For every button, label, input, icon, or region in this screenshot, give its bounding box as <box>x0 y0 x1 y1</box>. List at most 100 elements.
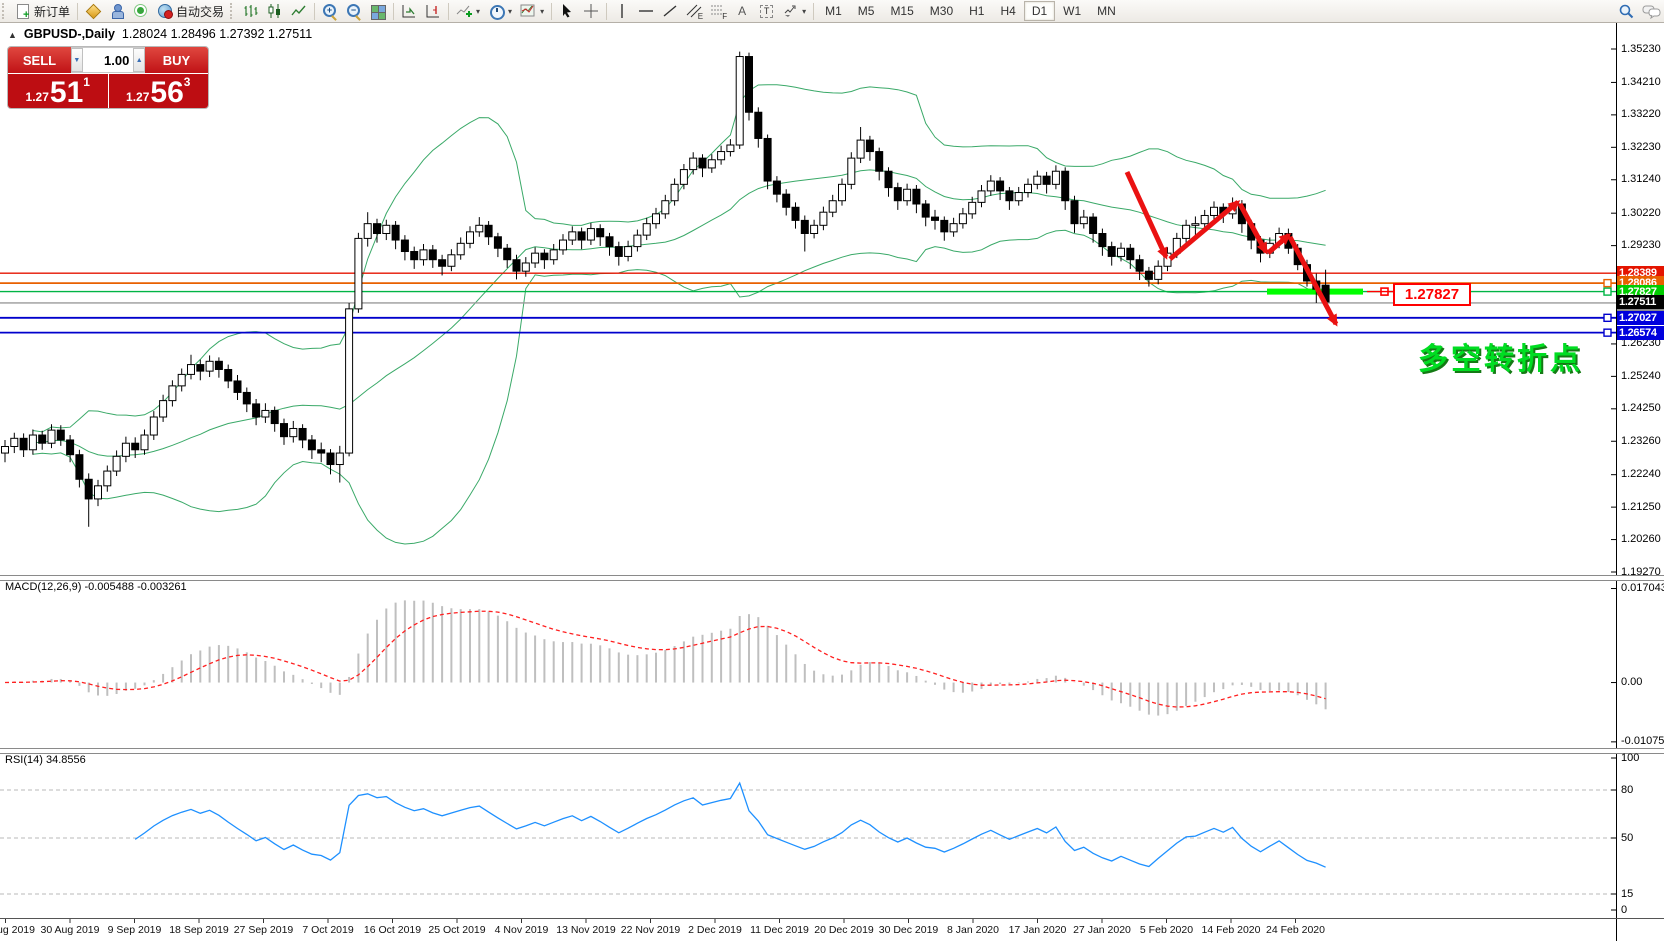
candle <box>476 225 483 232</box>
buy-price-pip: 3 <box>184 75 191 89</box>
timeframe-m5[interactable]: M5 <box>850 1 883 21</box>
crosshair-tool-button[interactable] <box>579 0 603 22</box>
zoom-out-button[interactable]: − <box>342 0 366 22</box>
new-order-button[interactable]: + 新订单 <box>11 0 74 22</box>
price-callout-label[interactable]: 1.27827 <box>1393 283 1471 306</box>
candle <box>253 404 260 417</box>
auto-scroll-button[interactable] <box>397 0 421 22</box>
timeframe-h4[interactable]: H4 <box>992 1 1023 21</box>
separator <box>448 3 449 20</box>
candle <box>336 453 343 464</box>
candle <box>1118 248 1125 256</box>
price-scale-border <box>1616 22 1617 941</box>
timeframe-m15[interactable]: M15 <box>882 1 921 21</box>
price-tick-label: 1.34210 <box>1621 76 1661 88</box>
timeframe-m30[interactable]: M30 <box>922 1 961 21</box>
equidistant-channel-tool[interactable]: E <box>682 0 706 22</box>
panel-divider-rsi[interactable] <box>0 748 1664 754</box>
fibonacci-tool[interactable]: F <box>706 0 730 22</box>
line-handle[interactable] <box>1604 314 1611 321</box>
timeframe-w1[interactable]: W1 <box>1055 1 1089 21</box>
candle <box>383 225 390 233</box>
timeframe-d1[interactable]: D1 <box>1024 1 1055 21</box>
candle <box>959 214 966 224</box>
mt4-window: + 新订单 自动交易 + − ▾ ▾ <box>0 0 1664 941</box>
turning-point-note[interactable]: 多空转折点 <box>1418 334 1583 378</box>
chart-shift-button[interactable] <box>421 0 445 22</box>
chart-canvas[interactable] <box>0 0 1664 941</box>
toolbar-grip <box>2 3 9 19</box>
expert-advisors-button[interactable] <box>105 0 129 22</box>
chart-shift-icon <box>425 3 441 19</box>
auto-trading-button[interactable]: 自动交易 <box>153 0 228 22</box>
vertical-line-tool[interactable] <box>610 0 634 22</box>
bar-chart-icon <box>243 3 259 19</box>
sell-button[interactable]: SELL <box>8 47 71 73</box>
trend-arrow[interactable] <box>1240 204 1266 252</box>
rsi-tick-label: 100 <box>1621 752 1639 764</box>
chat-icon[interactable] <box>1642 3 1658 19</box>
arrows-tool[interactable]: ▾ <box>778 0 810 22</box>
date-tick-label: 16 Oct 2019 <box>364 924 421 936</box>
candle <box>57 430 64 440</box>
candle <box>39 435 46 443</box>
candle <box>67 440 74 455</box>
cursor-tool-button[interactable] <box>555 0 579 22</box>
line-handle[interactable] <box>1604 329 1611 336</box>
bar-chart-button[interactable] <box>239 0 263 22</box>
candle <box>727 145 734 152</box>
candle <box>467 232 474 243</box>
price-line-badge: 1.26574 <box>1617 326 1664 340</box>
text-label-tool[interactable]: T <box>754 0 778 22</box>
timeframe-mn[interactable]: MN <box>1089 1 1124 21</box>
volume-input[interactable] <box>83 48 134 72</box>
volume-increase-button[interactable]: ▲ <box>133 48 145 72</box>
buy-button[interactable]: BUY <box>145 47 208 73</box>
dropdown-caret-icon: ▾ <box>802 7 806 16</box>
candlestick-chart-button[interactable] <box>263 0 287 22</box>
arrows-icon <box>782 3 798 19</box>
ohlc-values: 1.28024 1.28496 1.27392 1.27511 <box>122 27 312 41</box>
candle <box>522 263 529 271</box>
collapse-triangle-icon[interactable]: ▲ <box>8 30 17 40</box>
rsi-line <box>135 783 1325 867</box>
separator <box>551 3 552 20</box>
candle <box>327 453 334 464</box>
candle <box>625 247 632 257</box>
signals-button[interactable] <box>129 0 153 22</box>
candle <box>243 392 250 403</box>
line-handle[interactable] <box>1604 280 1611 287</box>
buy-price-button[interactable]: 1.27 56 3 <box>109 74 209 108</box>
timeframe-h1[interactable]: H1 <box>961 1 992 21</box>
candle <box>569 232 576 240</box>
trend-arrow[interactable] <box>1127 172 1166 257</box>
main-toolbar: + 新订单 自动交易 + − ▾ ▾ <box>0 0 1664 23</box>
line-chart-button[interactable] <box>287 0 311 22</box>
timeframe-m1[interactable]: M1 <box>817 1 850 21</box>
separator <box>606 3 607 20</box>
tile-windows-button[interactable] <box>366 0 390 22</box>
trend-arrow[interactable] <box>1290 237 1336 324</box>
trend-arrow[interactable] <box>1170 202 1238 259</box>
market-watch-button[interactable] <box>81 0 105 22</box>
text-tool[interactable]: A <box>730 0 754 22</box>
horizontal-line-tool[interactable] <box>634 0 658 22</box>
panel-divider-macd[interactable] <box>0 575 1664 581</box>
line-handle[interactable] <box>1604 288 1611 295</box>
periods-button[interactable]: ▾ <box>484 0 516 22</box>
zoom-in-button[interactable]: + <box>318 0 342 22</box>
trendline-tool[interactable] <box>658 0 682 22</box>
search-icon[interactable] <box>1618 3 1634 19</box>
candle <box>699 158 706 168</box>
candle <box>262 410 269 417</box>
candle <box>1211 207 1218 215</box>
sell-price-button[interactable]: 1.27 51 1 <box>8 74 108 108</box>
candle <box>1071 201 1078 224</box>
horizontal-line-icon <box>638 3 654 19</box>
price-tick-label: 1.20260 <box>1621 533 1661 545</box>
candle <box>783 194 790 207</box>
indicators-button[interactable]: ▾ <box>452 0 484 22</box>
templates-button[interactable]: ▾ <box>516 0 548 22</box>
template-icon <box>520 3 536 19</box>
volume-decrease-button[interactable]: ▼ <box>71 48 83 72</box>
